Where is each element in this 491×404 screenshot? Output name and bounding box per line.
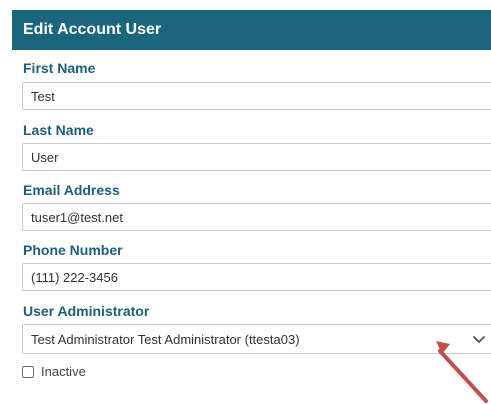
red-arrow-icon bbox=[436, 341, 488, 403]
inactive-checkbox[interactable] bbox=[22, 365, 34, 378]
user-administrator-select[interactable]: Test Administrator Test Administrator (t… bbox=[22, 324, 491, 354]
phone-field[interactable]: (111) 222-3456 bbox=[22, 263, 491, 291]
first-name-value: Test bbox=[31, 88, 55, 104]
last-name-input[interactable]: User bbox=[22, 143, 491, 171]
first-name-input[interactable]: Test bbox=[22, 82, 491, 110]
inactive-label: Inactive bbox=[41, 364, 86, 379]
email-value: tuser1@test.net bbox=[31, 209, 123, 225]
dialog-header: Edit Account User bbox=[12, 10, 491, 50]
last-name-value: User bbox=[31, 149, 59, 165]
email-label: Email Address bbox=[23, 182, 120, 198]
phone-label: Phone Number bbox=[23, 242, 123, 258]
email-field[interactable]: tuser1@test.net bbox=[22, 203, 491, 231]
user-administrator-label: User Administrator bbox=[23, 303, 150, 319]
inactive-checkbox-row[interactable]: Inactive bbox=[22, 364, 86, 379]
first-name-label: First Name bbox=[23, 60, 96, 76]
user-administrator-selected: Test Administrator Test Administrator (t… bbox=[31, 331, 300, 347]
last-name-label: Last Name bbox=[23, 122, 94, 138]
dialog-title: Edit Account User bbox=[23, 21, 162, 38]
phone-value: (111) 222-3456 bbox=[31, 269, 118, 285]
edit-account-user-form: Edit Account User First Name Test Last N… bbox=[0, 0, 491, 404]
